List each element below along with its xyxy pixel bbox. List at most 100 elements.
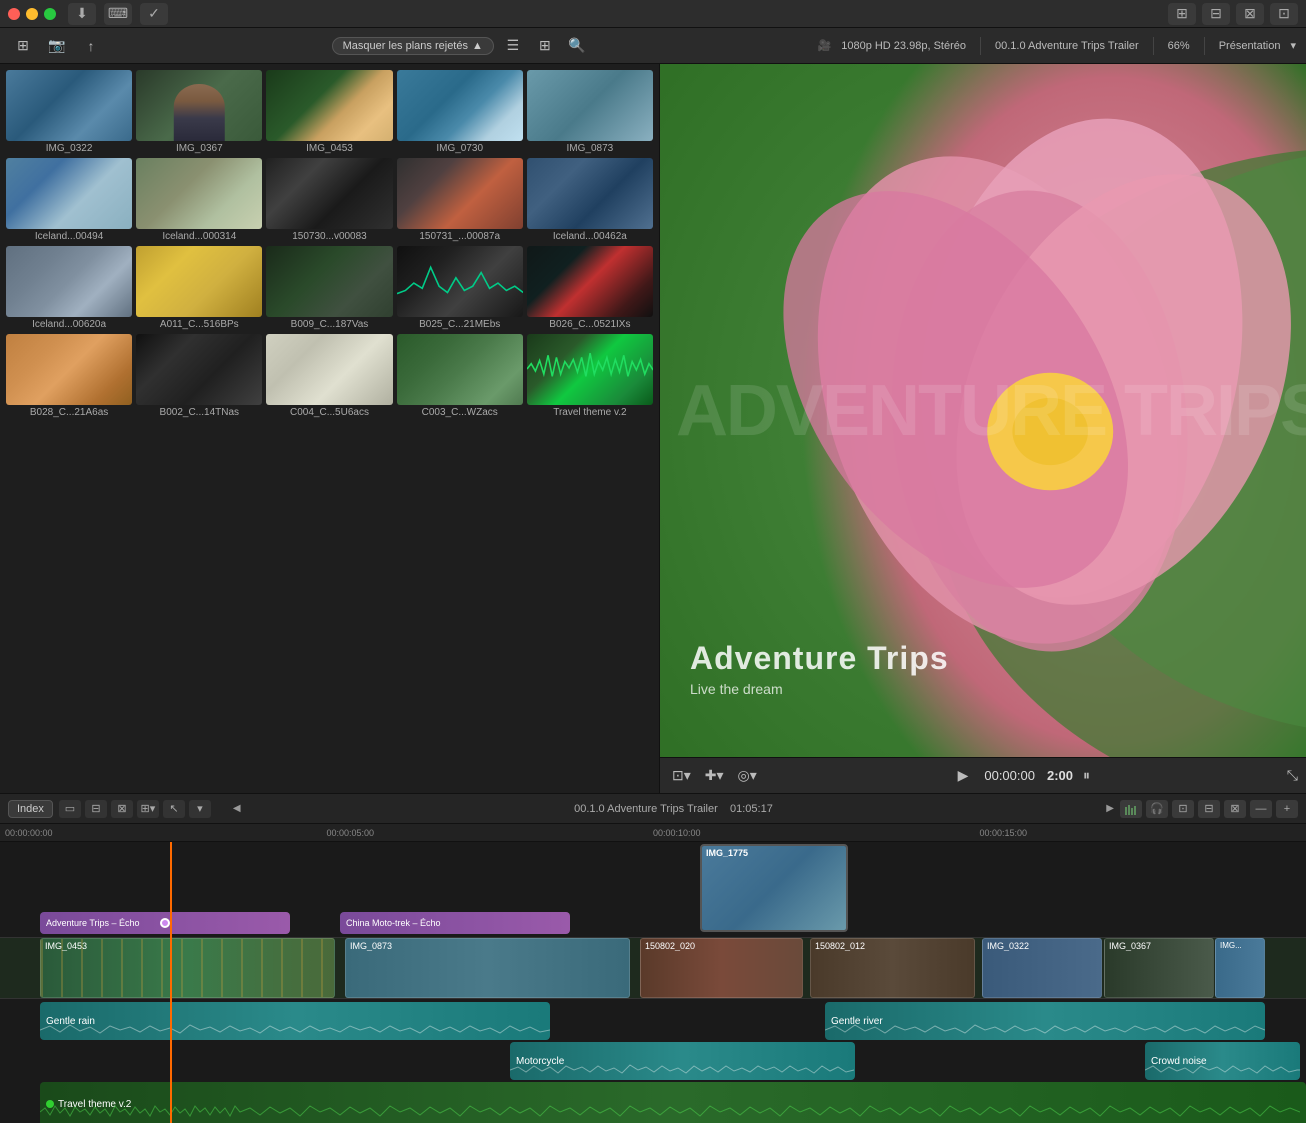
list-item[interactable]: 150730...v00083 (266, 158, 392, 242)
media-label: IMG_0367 (136, 143, 262, 154)
travel-theme-clip[interactable]: Travel theme v.2 (40, 1082, 1306, 1123)
preview-video[interactable]: ADVENTURE TRIPS Adventure Trips Live the… (660, 64, 1306, 757)
video-clip-150802-012[interactable]: 150802_012 (810, 938, 975, 998)
sfx-row: Motorcycle Crowd noise (0, 1042, 1306, 1080)
select-arrow[interactable]: ▾ (189, 800, 211, 818)
list-item[interactable]: B028_C...21A6as (6, 334, 132, 418)
titlebar-icon-2[interactable]: ⌨ (104, 3, 132, 25)
media-label: B002_C...14TNas (136, 407, 262, 418)
color-button[interactable]: ◎▾ (734, 765, 761, 786)
list-item[interactable]: IMG_0453 (266, 70, 392, 154)
playhead[interactable] (170, 842, 172, 1123)
clip-view-button[interactable]: ▭ (59, 800, 81, 818)
list-item[interactable]: Iceland...00462a (527, 158, 653, 242)
crowd-noise-clip[interactable]: Crowd noise (1145, 1042, 1300, 1080)
video-clip-img453[interactable]: IMG_0453 (40, 938, 335, 998)
minimize-button[interactable] (26, 8, 38, 20)
echo-clip-1[interactable]: Adventure Trips – Écho (40, 912, 290, 934)
list-item[interactable]: IMG_0873 (527, 70, 653, 154)
list-item[interactable]: IMG_0730 (397, 70, 523, 154)
view-arrow[interactable]: ▾ (1290, 39, 1296, 52)
thumbnail (527, 158, 653, 229)
index-button[interactable]: Index (8, 800, 53, 818)
select-tool[interactable]: ↖ (163, 800, 185, 818)
titlebar-icon-3[interactable]: ✓ (140, 3, 168, 25)
zoom-out-button[interactable]: — (1250, 800, 1272, 818)
preview-watermark: ADVENTURE TRIPS (676, 370, 1306, 452)
expand-button[interactable]: ⤡ (1287, 767, 1298, 784)
view-label[interactable]: Présentation (1219, 40, 1281, 52)
list-item[interactable]: 150731_...00087a (397, 158, 523, 242)
filter-pill[interactable]: Masquer les plans rejetés ▲ (332, 37, 494, 55)
motorcycle-clip[interactable]: Motorcycle (510, 1042, 855, 1080)
window-btn-3[interactable]: ⊠ (1236, 3, 1264, 25)
timeline-view-button[interactable]: ⊟ (85, 800, 107, 818)
duration-display: 2:00 (1047, 768, 1073, 783)
media-label: 150730...v00083 (266, 231, 392, 242)
media-label: C004_C...5U6acs (266, 407, 392, 418)
view-options-button[interactable]: ⊡▾ (668, 765, 695, 786)
list-item[interactable]: A011_C...516BPs (136, 246, 262, 330)
media-label: B025_C...21MEbs (397, 319, 523, 330)
echo-clip-2[interactable]: China Moto-trek – Écho (340, 912, 570, 934)
list-item[interactable]: B026_C...0521IXs (527, 246, 653, 330)
list-item[interactable]: B002_C...14TNas (136, 334, 262, 418)
clip-label: IMG_0873 (350, 941, 392, 951)
titlebar-icon-1[interactable]: ⬇ (68, 3, 96, 25)
timeline-content: 00:00:00:00 00:00:05:00 00:00:10:00 00:0… (0, 824, 1306, 1123)
transform-button[interactable]: ✚▾ (701, 765, 728, 786)
echo-track-row: Adventure Trips – Écho China Moto-trek –… (0, 912, 1306, 934)
list-item[interactable]: B025_C...21MEbs (397, 246, 523, 330)
list-item[interactable]: Iceland...00620a (6, 246, 132, 330)
preview-panel: ADVENTURE TRIPS Adventure Trips Live the… (660, 64, 1306, 793)
video-clip-img322[interactable]: IMG_0322 (982, 938, 1102, 998)
video-clip-150802-020[interactable]: 150802_020 (640, 938, 803, 998)
list-item[interactable]: Iceland...000314 (136, 158, 262, 242)
window-btn-1[interactable]: ⊞ (1168, 3, 1196, 25)
role-view-button[interactable]: ⊠ (111, 800, 133, 818)
timeline-area: Index ▭ ⊟ ⊠ ⊞▾ ↖ ▾ ◀ 00.1.0 Adventure Tr… (0, 793, 1306, 1123)
video-clip-img730[interactable]: IMG... (1215, 938, 1265, 998)
thumbnail (266, 70, 392, 141)
list-item[interactable]: C003_C...WZacs (397, 334, 523, 418)
list-item[interactable]: IMG_0367 (136, 70, 262, 154)
layout-button[interactable]: ⊞▾ (137, 800, 159, 818)
list-view-icon[interactable]: ☰ (500, 35, 526, 57)
window-btn-2[interactable]: ⊟ (1202, 3, 1230, 25)
list-item[interactable]: C004_C...5U6acs (266, 334, 392, 418)
list-item[interactable]: B009_C...187Vas (266, 246, 392, 330)
list-item[interactable]: Iceland...00494 (6, 158, 132, 242)
headphone-button[interactable]: 🎧 (1146, 800, 1168, 818)
solo-button[interactable]: ⊡ (1172, 800, 1194, 818)
thumbnail (6, 334, 132, 405)
thumbnail (266, 246, 392, 317)
list-item[interactable]: Travel theme v.2 (527, 334, 653, 418)
pause-button[interactable]: ⏸ (1079, 765, 1094, 786)
media-import-icon[interactable]: 📷 (44, 35, 70, 57)
play-button[interactable]: ▶ (954, 765, 973, 786)
thumbnail (527, 334, 653, 405)
zoom-in-button[interactable]: + (1276, 800, 1298, 818)
clip-label: 150802_020 (645, 941, 695, 951)
video-clip-img367[interactable]: IMG_0367 (1104, 938, 1214, 998)
audio-meter-button[interactable] (1120, 800, 1142, 818)
close-button[interactable] (8, 8, 20, 20)
clip-label: IMG_0453 (45, 941, 87, 951)
clip-appearance-button[interactable]: ⊠ (1224, 800, 1246, 818)
gentle-river-clip[interactable]: Gentle river (825, 1002, 1265, 1040)
window-btn-4[interactable]: ⊡ (1270, 3, 1298, 25)
grid-view-icon[interactable]: ⊞ (532, 35, 558, 57)
maximize-button[interactable] (44, 8, 56, 20)
toolbar-center: Masquer les plans rejetés ▲ ☰ ⊞ 🔍 (112, 35, 810, 57)
search-icon[interactable]: 🔍 (564, 35, 590, 57)
timeline-right-controls: 🎧 ⊡ ⊟ ⊠ — + (1120, 800, 1298, 818)
list-item[interactable]: IMG_0322 (6, 70, 132, 154)
share-icon[interactable]: ↑ (78, 35, 104, 57)
media-grid: IMG_0322 IMG_0367 IMG_0453 IMG_0730 IMG_… (0, 64, 659, 793)
library-icon[interactable]: ⊞ (10, 35, 36, 57)
video-clip-img873[interactable]: IMG_0873 (345, 938, 630, 998)
mute-button[interactable]: ⊟ (1198, 800, 1220, 818)
gentle-rain-clip[interactable]: Gentle rain (40, 1002, 550, 1040)
filter-label: Masquer les plans rejetés (343, 40, 468, 52)
thumbnail (397, 158, 523, 229)
